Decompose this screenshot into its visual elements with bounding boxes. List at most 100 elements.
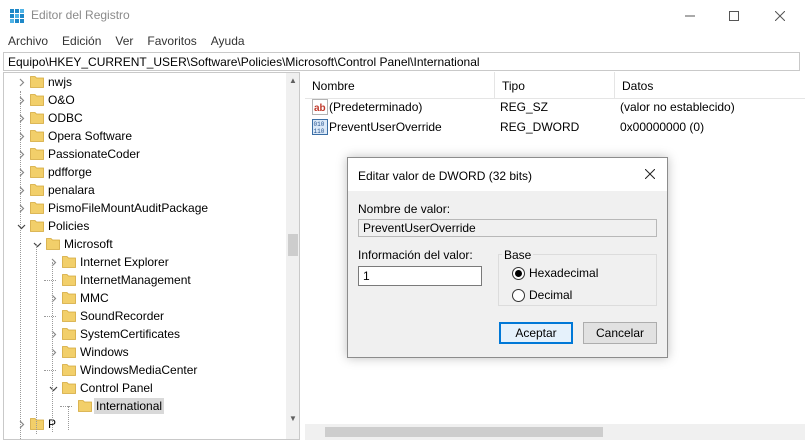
tree-item[interactable]: Policies xyxy=(4,217,286,235)
folder-icon xyxy=(62,346,76,358)
value-row[interactable]: 010 110 PreventUserOverride REG_DWORD 0x… xyxy=(305,117,805,137)
string-value-icon: ab xyxy=(312,99,328,115)
base-label: Base xyxy=(502,248,534,262)
decimal-radio[interactable]: Decimal xyxy=(512,288,572,302)
tree-item-label: Windows xyxy=(80,345,129,359)
menu-favoritos[interactable]: Favoritos xyxy=(139,34,202,48)
tree-connector xyxy=(44,316,56,317)
values-scroll-thumb[interactable] xyxy=(325,427,603,437)
tree-item-label: Control Panel xyxy=(80,381,153,395)
tree-item[interactable]: Control Panel xyxy=(4,379,286,397)
tree-item[interactable]: MMC xyxy=(4,289,286,307)
tree-item[interactable]: P xyxy=(4,415,286,433)
value-name-label: Nombre de valor: xyxy=(358,202,451,216)
tree-item[interactable]: Microsoft xyxy=(4,235,286,253)
chevron-right-icon[interactable] xyxy=(48,329,58,339)
value-data: (valor no establecido) xyxy=(620,100,735,114)
tree-guide-line xyxy=(36,244,37,434)
value-name-field: PreventUserOverride xyxy=(358,219,657,237)
tree-connector xyxy=(44,280,56,281)
close-button[interactable] xyxy=(757,0,803,31)
tree-item-label: SystemCertificates xyxy=(80,327,181,341)
value-data-input[interactable] xyxy=(358,266,482,286)
values-header: Nombre Tipo Datos xyxy=(305,72,805,99)
tree-item-label: Policies xyxy=(48,219,90,233)
values-horizontal-scrollbar[interactable] xyxy=(305,424,805,440)
tree-item[interactable]: ODBC xyxy=(4,109,286,127)
tree-item[interactable]: Internet Explorer xyxy=(4,253,286,271)
column-name-header[interactable]: Nombre xyxy=(305,72,495,99)
accept-button[interactable]: Aceptar xyxy=(499,322,573,344)
chevron-right-icon[interactable] xyxy=(16,185,26,195)
tree-item-label: PassionateCoder xyxy=(48,147,141,161)
minimize-button[interactable] xyxy=(667,0,713,31)
tree-scrollbar[interactable]: ▲ ▼ xyxy=(286,73,299,439)
registry-editor-icon xyxy=(10,9,24,23)
tree-item-label: InternetManagement xyxy=(80,273,191,287)
tree-item[interactable]: SystemCertificates xyxy=(4,325,286,343)
tree-item[interactable]: International xyxy=(4,397,286,415)
tree-item[interactable]: nwjs xyxy=(4,73,286,91)
tree-item[interactable]: PismoFileMountAuditPackage xyxy=(4,199,286,217)
key-tree[interactable]: nwjs O&O ODBC Opera Software PassionateCoder… xyxy=(3,72,300,440)
tree-item[interactable]: InternetManagement xyxy=(4,271,286,289)
decimal-label: Decimal xyxy=(529,288,573,302)
maximize-button[interactable] xyxy=(711,0,757,31)
menu-edicion[interactable]: Edición xyxy=(54,34,107,48)
chevron-right-icon[interactable] xyxy=(16,167,26,177)
maximize-icon xyxy=(729,10,739,21)
chevron-right-icon[interactable] xyxy=(48,293,58,303)
tree-item[interactable]: penalara xyxy=(4,181,286,199)
hexadecimal-radio[interactable]: Hexadecimal xyxy=(512,266,598,280)
folder-icon xyxy=(62,256,76,268)
svg-text:010: 010 xyxy=(314,121,325,128)
folder-icon xyxy=(30,202,44,214)
cancel-button[interactable]: Cancelar xyxy=(583,322,657,344)
scroll-up-icon[interactable]: ▲ xyxy=(286,73,299,87)
tree-guide-line xyxy=(52,262,53,432)
tree-item[interactable]: pdfforge xyxy=(4,163,286,181)
radio-unselected-icon[interactable] xyxy=(512,288,525,302)
chevron-down-icon[interactable] xyxy=(32,239,42,249)
chevron-right-icon[interactable] xyxy=(16,77,26,87)
column-data-header[interactable]: Datos xyxy=(615,72,805,99)
chevron-right-icon[interactable] xyxy=(16,95,26,105)
dialog-title: Editar valor de DWORD (32 bits) xyxy=(358,169,533,183)
tree-item[interactable]: Windows xyxy=(4,343,286,361)
folder-icon xyxy=(62,310,76,322)
scroll-down-icon[interactable]: ▼ xyxy=(286,411,299,425)
folder-icon xyxy=(30,184,44,196)
tree-item[interactable]: O&O xyxy=(4,91,286,109)
chevron-right-icon[interactable] xyxy=(16,203,26,213)
menu-ver[interactable]: Ver xyxy=(107,34,139,48)
value-name: PreventUserOverride xyxy=(329,120,442,134)
dialog-close-button[interactable] xyxy=(642,166,658,182)
tree-scroll-thumb[interactable] xyxy=(288,234,298,256)
tree-item-label: SoundRecorder xyxy=(80,309,165,323)
value-row[interactable]: ab (Predeterminado) REG_SZ (valor no est… xyxy=(305,97,805,117)
tree-item[interactable]: Opera Software xyxy=(4,127,286,145)
chevron-right-icon[interactable] xyxy=(48,257,58,267)
chevron-down-icon[interactable] xyxy=(16,221,26,231)
menu-ayuda[interactable]: Ayuda xyxy=(203,34,251,48)
chevron-right-icon[interactable] xyxy=(16,131,26,141)
tree-item[interactable]: PassionateCoder xyxy=(4,145,286,163)
chevron-right-icon[interactable] xyxy=(16,149,26,159)
binary-value-icon: 010 110 xyxy=(312,119,328,135)
radio-selected-icon[interactable] xyxy=(512,266,525,280)
tree-item-label: nwjs xyxy=(48,75,73,89)
folder-icon xyxy=(46,238,60,250)
tree-item-label: ODBC xyxy=(48,111,83,125)
menu-bar: Archivo Edición Ver Favoritos Ayuda xyxy=(0,31,805,51)
column-type-header[interactable]: Tipo xyxy=(495,72,615,99)
chevron-right-icon[interactable] xyxy=(48,347,58,357)
tree-item-label: MMC xyxy=(80,291,109,305)
tree-item[interactable]: WindowsMediaCenter xyxy=(4,361,286,379)
address-bar[interactable]: Equipo\HKEY_CURRENT_USER\Software\Polici… xyxy=(3,52,800,71)
value-type: REG_DWORD xyxy=(500,120,580,134)
chevron-right-icon[interactable] xyxy=(16,113,26,123)
tree-item[interactable]: SoundRecorder xyxy=(4,307,286,325)
menu-archivo[interactable]: Archivo xyxy=(0,34,54,48)
chevron-down-icon[interactable] xyxy=(48,383,58,393)
chevron-right-icon[interactable] xyxy=(16,419,26,429)
